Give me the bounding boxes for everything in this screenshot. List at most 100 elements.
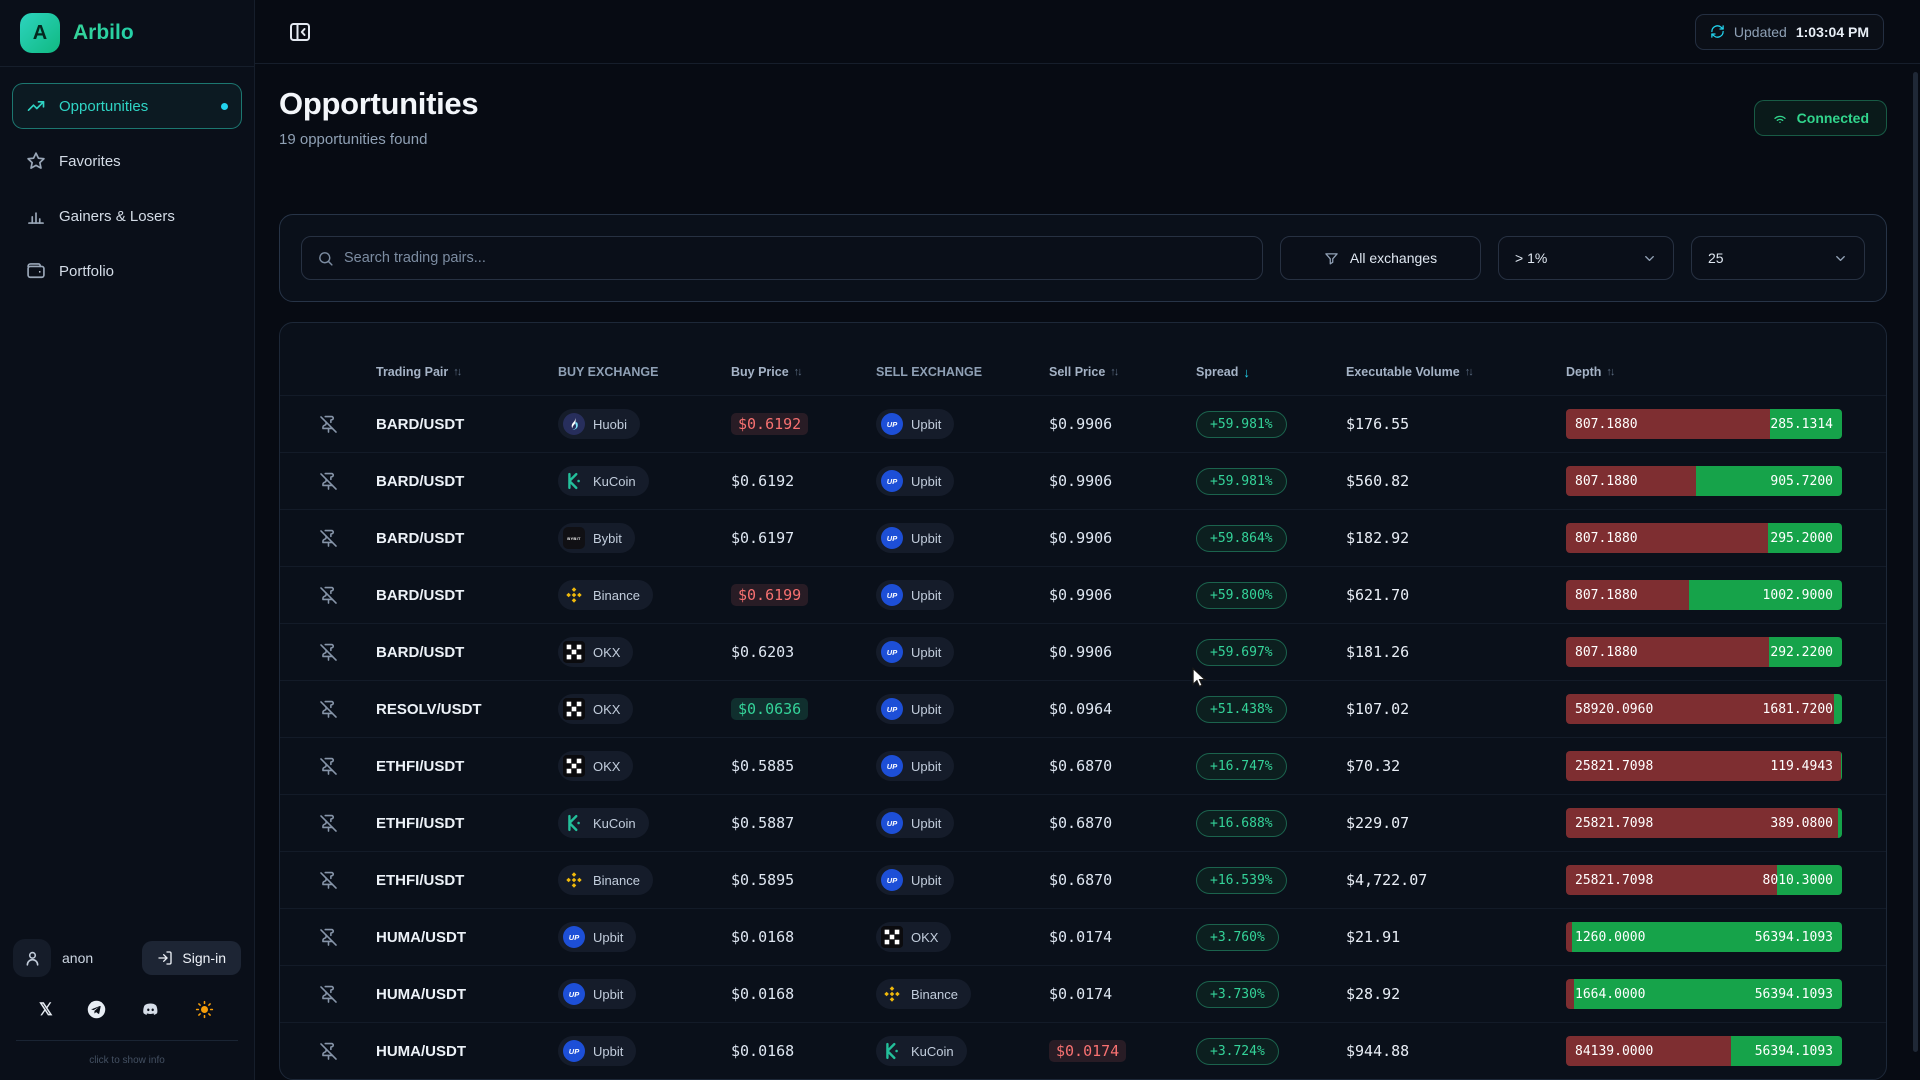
upbit-logo-icon: UP	[881, 812, 903, 834]
log-in-icon	[157, 950, 173, 966]
pin-off-icon	[319, 586, 338, 605]
exchange-filter-button[interactable]: All exchanges	[1280, 236, 1481, 280]
search-input[interactable]	[344, 250, 1247, 266]
upbit-logo-icon: UP	[881, 470, 903, 492]
upbit-logo-icon: UP	[881, 584, 903, 606]
pin-button[interactable]	[319, 586, 338, 605]
executable-volume: $4,722.07	[1346, 871, 1566, 889]
brand-logo-icon: A	[20, 13, 60, 53]
pin-button[interactable]	[319, 1042, 338, 1061]
spread: +59.981%	[1196, 411, 1346, 438]
okx-logo-icon	[563, 641, 585, 663]
column-header-buy-exchange: BUY EXCHANGE	[558, 365, 731, 379]
sell-price: $0.0174	[1049, 985, 1196, 1003]
pin-button[interactable]	[319, 757, 338, 776]
table-row[interactable]: BARD/USDTHuobi$0.6192UPUpbit$0.9906+59.9…	[280, 395, 1886, 452]
column-header-depth[interactable]: Depth↑↓	[1566, 365, 1886, 379]
depth-buy-value: 807.1880	[1575, 637, 1638, 667]
table-row[interactable]: ETHFI/USDTBinance$0.5895UPUpbit$0.6870+1…	[280, 851, 1886, 908]
username-label: anon	[62, 950, 93, 966]
pin-button[interactable]	[319, 643, 338, 662]
pin-off-icon	[319, 814, 338, 833]
spread: +59.981%	[1196, 468, 1346, 495]
sidebar-item-label: Portfolio	[59, 263, 114, 280]
panel-collapse-icon	[288, 20, 312, 44]
pin-button[interactable]	[319, 700, 338, 719]
upbit-logo-icon: UP	[881, 413, 903, 435]
table-row[interactable]: BARD/USDTKuCoin$0.6192UPUpbit$0.9906+59.…	[280, 452, 1886, 509]
depth-sell-value: 56394.1093	[1755, 922, 1833, 952]
filter-panel: All exchanges > 1% 25	[279, 214, 1887, 302]
sidebar-item-portfolio[interactable]: Portfolio	[12, 248, 242, 294]
executable-volume: $560.82	[1346, 472, 1566, 490]
pin-button[interactable]	[319, 472, 338, 491]
user-row: anon Sign-in	[13, 939, 241, 977]
spread-filter-select[interactable]: > 1%	[1498, 236, 1674, 280]
sidebar-item-gainers-losers[interactable]: Gainers & Losers	[12, 193, 242, 239]
okx-logo-icon	[563, 698, 585, 720]
table-row[interactable]: HUMA/USDTUPUpbit$0.0168Binance$0.0174+3.…	[280, 965, 1886, 1022]
trading-pair: HUMA/USDT	[376, 986, 558, 1003]
page-title: Opportunities	[279, 86, 478, 122]
trading-pair: BARD/USDT	[376, 644, 558, 661]
upbit-logo-icon: UP	[881, 641, 903, 663]
pin-button[interactable]	[319, 814, 338, 833]
star-icon	[26, 151, 46, 171]
search-box	[301, 236, 1263, 280]
table-row[interactable]: BARD/USDTBinance$0.6199UPUpbit$0.9906+59…	[280, 566, 1886, 623]
content: Updated 1:03:04 PM Opportunities 19 oppo…	[255, 0, 1920, 1080]
x-link[interactable]: 𝕏	[39, 1000, 53, 1020]
discord-link[interactable]	[140, 999, 161, 1020]
updated-label: Updated	[1734, 24, 1787, 40]
theme-toggle-link[interactable]	[194, 999, 215, 1020]
pin-button[interactable]	[319, 985, 338, 1004]
telegram-link[interactable]	[86, 999, 107, 1020]
column-header-buy-price[interactable]: Buy Price↑↓	[731, 365, 876, 379]
page-size-select[interactable]: 25	[1691, 236, 1865, 280]
sell-price: $0.9906	[1049, 529, 1196, 547]
trading-pair: HUMA/USDT	[376, 929, 558, 946]
buy-exchange: KuCoin	[558, 808, 731, 838]
sort-icon: ↑↓	[1110, 366, 1117, 378]
table-row[interactable]: HUMA/USDTUPUpbit$0.0168KuCoin$0.0174+3.7…	[280, 1022, 1886, 1079]
pin-button[interactable]	[319, 928, 338, 947]
pin-button[interactable]	[319, 529, 338, 548]
brand-name: Arbilo	[73, 21, 134, 45]
table-row[interactable]: RESOLV/USDTOKX$0.0636UPUpbit$0.0964+51.4…	[280, 680, 1886, 737]
executable-volume: $621.70	[1346, 586, 1566, 604]
table-row[interactable]: ETHFI/USDTOKX$0.5885UPUpbit$0.6870+16.74…	[280, 737, 1886, 794]
table-row[interactable]: ETHFI/USDTKuCoin$0.5887UPUpbit$0.6870+16…	[280, 794, 1886, 851]
table-row[interactable]: BARD/USDTBYBITBybit$0.6197UPUpbit$0.9906…	[280, 509, 1886, 566]
last-updated-badge[interactable]: Updated 1:03:04 PM	[1695, 14, 1884, 50]
pin-button[interactable]	[319, 415, 338, 434]
depth-buy-value: 1664.0000	[1575, 979, 1645, 1009]
column-header-trading-pair[interactable]: Trading Pair↑↓	[376, 365, 558, 379]
sidebar-collapse-button[interactable]	[288, 20, 312, 44]
buy-price: $0.0168	[731, 1042, 876, 1060]
buy-price: $0.5887	[731, 814, 876, 832]
spread: +3.760%	[1196, 924, 1346, 951]
opportunities-table: Trading Pair↑↓BUY EXCHANGEBuy Price↑↓SEL…	[279, 322, 1887, 1080]
column-header-spread[interactable]: Spread↓	[1196, 365, 1346, 380]
binance-logo-icon	[881, 983, 903, 1005]
sidebar-item-label: Gainers & Losers	[59, 208, 175, 225]
sort-desc-icon: ↓	[1243, 365, 1250, 380]
spread: +16.747%	[1196, 753, 1346, 780]
buy-exchange: OKX	[558, 694, 731, 724]
pin-button[interactable]	[319, 871, 338, 890]
sign-in-button[interactable]: Sign-in	[142, 941, 241, 975]
scrollbar[interactable]	[1913, 72, 1918, 1052]
sell-exchange: KuCoin	[876, 1036, 1049, 1066]
sort-icon: ↑↓	[1465, 366, 1472, 378]
upbit-logo-icon: UP	[563, 1040, 585, 1062]
sidebar-item-opportunities[interactable]: Opportunities	[12, 83, 242, 129]
sidebar-item-favorites[interactable]: Favorites	[12, 138, 242, 184]
updated-time: 1:03:04 PM	[1796, 24, 1869, 40]
page-head: Opportunities 19 opportunities found Con…	[279, 86, 1887, 148]
telegram-icon	[86, 999, 107, 1020]
sell-price: $0.0174	[1049, 1042, 1196, 1060]
column-header-sell-price[interactable]: Sell Price↑↓	[1049, 365, 1196, 379]
table-row[interactable]: HUMA/USDTUPUpbit$0.0168OKX$0.0174+3.760%…	[280, 908, 1886, 965]
table-row[interactable]: BARD/USDTOKX$0.6203UPUpbit$0.9906+59.697…	[280, 623, 1886, 680]
column-header-executable-volume[interactable]: Executable Volume↑↓	[1346, 365, 1566, 379]
